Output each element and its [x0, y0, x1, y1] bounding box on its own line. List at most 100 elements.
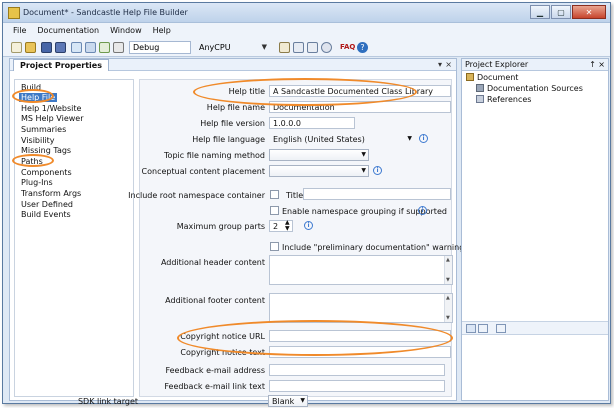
footer-content-label: Additional footer content [165, 296, 265, 305]
category-transform-args[interactable]: Transform Args [21, 189, 81, 198]
window-title: Document* - Sandcastle Help File Builder [23, 8, 188, 17]
project-properties-panel: Project Properties ▾ × Build Help File H… [9, 58, 464, 407]
close-button[interactable]: ✕ [572, 5, 606, 19]
tree-item-document[interactable]: Document [466, 73, 518, 82]
feedback-link-label: Feedback e-mail link text [164, 382, 265, 391]
clean-icon[interactable] [99, 42, 110, 53]
category-visibility[interactable]: Visibility [21, 136, 55, 145]
scroll-up-icon[interactable]: ▲ [446, 257, 450, 263]
panel-menu-icon[interactable]: ▾ [438, 60, 442, 69]
help-file-version-input[interactable]: 1.0.0.0 [269, 117, 355, 129]
scroll-up-icon[interactable]: ▲ [446, 295, 450, 301]
open-folder-icon[interactable] [25, 42, 36, 53]
stepper-arrows-icon[interactable]: ▲ ▼ [285, 220, 290, 232]
panel-close-icon[interactable]: × [598, 60, 605, 69]
category-ms-help-viewer[interactable]: MS Help Viewer [21, 114, 84, 123]
folder-icon [476, 84, 484, 92]
cancel-build-icon[interactable] [85, 42, 96, 53]
preliminary-warning-label: Include "preliminary documentation" warn… [282, 243, 465, 252]
help-file-language-select[interactable]: English (United States) ▼ [269, 133, 415, 145]
namespace-grouping-checkbox[interactable] [270, 206, 279, 215]
chevron-down-icon: ▼ [361, 151, 366, 158]
scrollbar[interactable]: ▲ ▼ [444, 294, 452, 322]
properties-toolbar [462, 321, 608, 335]
category-list: Build Help File Help 1/Website MS Help V… [12, 79, 134, 397]
category-components[interactable]: Components [21, 168, 72, 177]
platform-select[interactable]: AnyCPU ▼ [195, 41, 271, 54]
property-pages-icon[interactable] [496, 324, 506, 333]
documentation-icon[interactable] [307, 42, 318, 53]
alphabetical-icon[interactable] [478, 324, 488, 333]
footer-content-textarea[interactable]: ▲ ▼ [269, 293, 453, 323]
panel-close-icon[interactable]: × [445, 60, 452, 69]
view-help-icon[interactable] [293, 42, 304, 53]
sdk-link-target-select[interactable]: Blank ▼ [268, 395, 308, 407]
help-icon[interactable]: ? [357, 42, 368, 53]
title-input[interactable] [303, 188, 451, 200]
project-explorer-panel: Project Explorer ↑ × Document Documentat… [461, 58, 609, 401]
categorized-icon[interactable] [466, 324, 476, 333]
max-group-parts-value: 2 [273, 222, 279, 231]
category-summaries[interactable]: Summaries [21, 125, 66, 134]
build-icon[interactable] [71, 42, 82, 53]
root-namespace-label: Include root namespace container [128, 191, 265, 200]
menu-file[interactable]: File [13, 26, 26, 35]
info-icon[interactable]: i [419, 134, 428, 143]
preliminary-warning-checkbox[interactable] [270, 242, 279, 251]
category-user-defined[interactable]: User Defined [21, 200, 73, 209]
content-placement-select[interactable]: ▼ [269, 165, 369, 177]
scrollbar[interactable]: ▲ ▼ [444, 256, 452, 284]
category-build-events[interactable]: Build Events [21, 210, 71, 219]
highlight-oval [12, 89, 54, 103]
header-content-textarea[interactable]: ▲ ▼ [269, 255, 453, 285]
faq-button[interactable]: FAQ [340, 43, 355, 51]
header-content-label: Additional header content [160, 258, 265, 267]
category-help1-website[interactable]: Help 1/Website [21, 104, 81, 113]
references-icon [476, 95, 484, 103]
tree-item-references[interactable]: References [476, 95, 531, 104]
minimize-button[interactable]: ▁ [530, 5, 550, 19]
feedback-email-input[interactable] [269, 364, 445, 376]
topic-naming-select[interactable]: ▼ [269, 149, 369, 161]
view-output-icon[interactable] [113, 42, 124, 53]
panel-header: Project Properties ▾ × [10, 59, 456, 71]
help-file-language-value: English (United States) [273, 135, 365, 144]
title-label: Title [286, 191, 304, 200]
search-icon[interactable] [321, 42, 332, 53]
tree-item-documentation-sources[interactable]: Documentation Sources [476, 84, 583, 93]
highlight-oval [177, 320, 453, 356]
save-all-icon[interactable] [55, 42, 66, 53]
app-icon [8, 7, 20, 19]
content-placement-label: Conceptual content placement [141, 167, 265, 176]
chevron-down-icon: ▼ [361, 167, 366, 174]
property-grid: Help title A Sandcastle Documented Class… [128, 78, 464, 397]
tree-item-document-label: Document [477, 73, 519, 82]
tab-project-properties[interactable]: Project Properties [13, 59, 109, 71]
info-icon[interactable]: i [418, 206, 427, 215]
project-explorer-title: Project Explorer [465, 60, 529, 69]
category-plug-ins[interactable]: Plug-Ins [21, 178, 53, 187]
menu-help[interactable]: Help [153, 26, 171, 35]
project-explorer-header: Project Explorer ↑ × [462, 59, 608, 71]
info-icon[interactable]: i [304, 221, 313, 230]
tree-item-references-label: References [487, 95, 532, 104]
save-icon[interactable] [41, 42, 52, 53]
new-project-icon[interactable] [11, 42, 22, 53]
calendar-icon[interactable] [279, 42, 290, 53]
menu-bar: File Documentation Window Help [3, 23, 610, 38]
configuration-select[interactable]: Debug [129, 41, 191, 54]
scroll-down-icon[interactable]: ▼ [446, 315, 450, 321]
max-group-parts-label: Maximum group parts [176, 222, 265, 231]
sdk-link-target-label: SDK link target [77, 397, 138, 406]
scroll-down-icon[interactable]: ▼ [446, 277, 450, 283]
pin-icon[interactable]: ↑ [589, 60, 596, 69]
info-icon[interactable]: i [373, 166, 382, 175]
root-namespace-checkbox[interactable] [270, 190, 279, 199]
configuration-value: Debug [133, 43, 160, 52]
menu-window[interactable]: Window [110, 26, 142, 35]
feedback-link-input[interactable] [269, 380, 445, 392]
maximize-button[interactable]: ▢ [551, 5, 571, 19]
tree-item-documentation-sources-label: Documentation Sources [487, 84, 583, 93]
app-window: Document* - Sandcastle Help File Builder… [2, 2, 611, 407]
menu-documentation[interactable]: Documentation [37, 26, 99, 35]
